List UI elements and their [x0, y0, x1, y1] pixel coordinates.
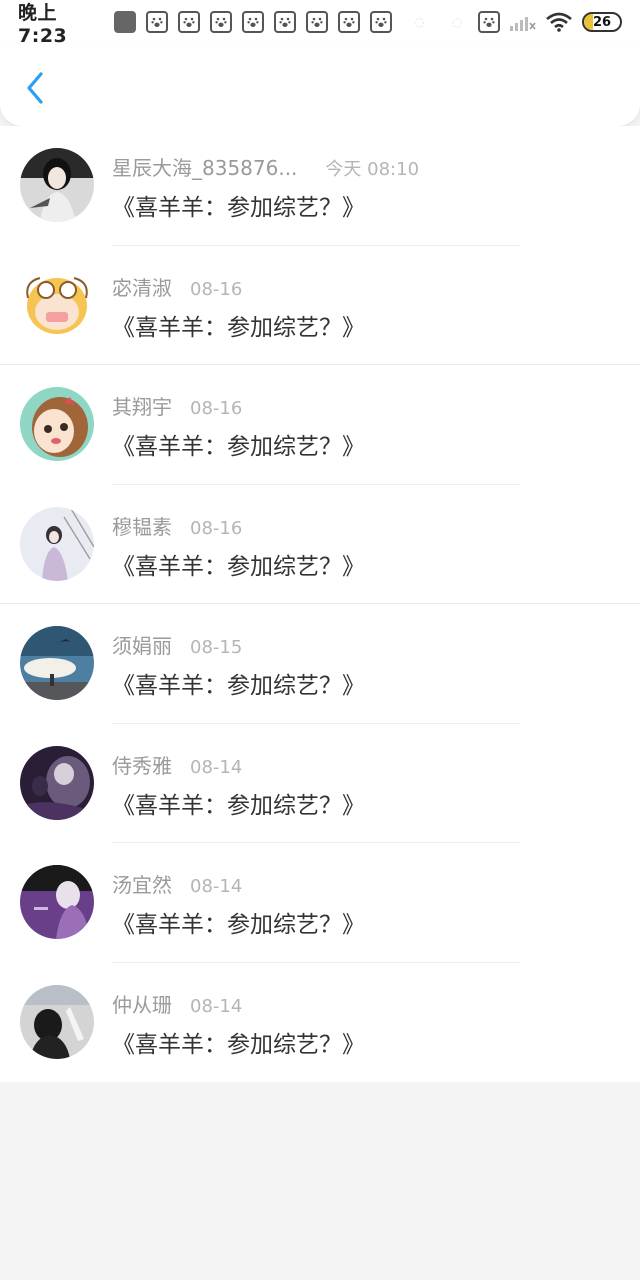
list-item[interactable]: 星辰大海_835876... 今天 08:10 《喜羊羊：参加综艺？》	[0, 126, 640, 246]
avatar[interactable]	[20, 387, 94, 461]
message-meta: 汤宜然 08-14	[112, 869, 242, 898]
avatar[interactable]	[20, 148, 94, 222]
message-date: 08-14	[190, 995, 243, 1017]
status-bar: 晚上7:23 ◌ ◌ 26	[0, 0, 640, 47]
message-date: 08-14	[190, 756, 243, 778]
message-date: 08-16	[190, 517, 243, 539]
list-item[interactable]: 其翔宇 08-16 《喜羊羊：参加综艺？》	[0, 365, 640, 485]
sender-name: 仲从珊	[112, 992, 172, 1017]
screen: 晚上7:23 ◌ ◌ 26 星辰大海_835876... 今天 08:10 《喜…	[0, 0, 640, 1280]
message-date: 08-16	[190, 278, 243, 300]
message-date: 08-15	[190, 637, 243, 658]
back-button[interactable]	[18, 68, 52, 108]
message-meta: 侍秀雅 08-14	[112, 750, 242, 779]
message-text: 《喜羊羊：参加综艺？》	[112, 673, 365, 699]
message-meta: 须娟丽 08-15	[112, 630, 242, 659]
baidu-paw-icon	[478, 11, 500, 33]
message-list: 星辰大海_835876... 今天 08:10 《喜羊羊：参加综艺？》 宓清淑 …	[0, 126, 640, 1082]
message-date: 08-14	[190, 876, 243, 897]
message-date: 08-16	[190, 398, 243, 419]
avatar[interactable]	[20, 626, 94, 700]
list-item[interactable]: 宓清淑 08-16 《喜羊羊：参加综艺？》	[0, 246, 640, 365]
faint-notification-icon: ◌	[452, 15, 463, 29]
list-item[interactable]: 穆韫素 08-16 《喜羊羊：参加综艺？》	[0, 485, 640, 604]
sender-name: 其翔宇	[112, 395, 172, 419]
message-date: 今天 08:10	[325, 159, 420, 180]
list-item[interactable]: 仲从珊 08-14 《喜羊羊：参加综艺？》	[0, 963, 640, 1083]
nav-bar	[0, 44, 640, 126]
message-meta: 仲从珊 08-14	[112, 989, 242, 1018]
avatar[interactable]	[20, 865, 94, 939]
wifi-icon	[546, 12, 572, 32]
avatar[interactable]	[20, 267, 94, 342]
message-text: 《喜羊羊：参加综艺？》	[112, 434, 365, 460]
list-item[interactable]: 汤宜然 08-14 《喜羊羊：参加综艺？》	[0, 843, 640, 963]
message-text: 《喜羊羊：参加综艺？》	[112, 912, 365, 938]
baidu-paw-icon	[306, 11, 328, 33]
avatar[interactable]	[20, 984, 94, 1059]
message-meta: 宓清淑 08-16	[112, 272, 242, 301]
status-right: 26	[510, 12, 622, 32]
sender-name: 穆韫素	[112, 514, 172, 539]
notification-icons: ◌ ◌	[114, 11, 510, 33]
message-text: 《喜羊羊：参加综艺？》	[112, 553, 365, 580]
chevron-left-icon	[27, 72, 43, 104]
baidu-paw-icon	[210, 11, 232, 33]
status-time: 晚上7:23	[18, 1, 68, 47]
message-meta: 其翔宇 08-16	[112, 391, 242, 420]
sender-name: 宓清淑	[112, 275, 172, 300]
sender-name: 星辰大海_835876...	[112, 156, 298, 180]
battery-icon: 26	[582, 12, 622, 32]
message-text: 《喜羊羊：参加综艺？》	[112, 792, 365, 819]
signal-icon	[510, 17, 536, 31]
app-notification-icon	[114, 11, 136, 33]
avatar[interactable]	[20, 506, 94, 581]
message-meta: 星辰大海_835876... 今天 08:10	[112, 152, 419, 181]
baidu-paw-icon	[370, 11, 392, 33]
list-item[interactable]: 侍秀雅 08-14 《喜羊羊：参加综艺？》	[0, 724, 640, 843]
baidu-paw-icon	[274, 11, 296, 33]
baidu-paw-icon	[242, 11, 264, 33]
baidu-paw-icon	[338, 11, 360, 33]
sender-name: 汤宜然	[112, 873, 172, 897]
message-text: 《喜羊羊：参加综艺？》	[112, 314, 365, 341]
message-meta: 穆韫素 08-16	[112, 511, 242, 540]
avatar[interactable]	[20, 745, 94, 820]
battery-level: 26	[592, 14, 612, 30]
faint-notification-icon: ◌	[414, 15, 425, 29]
message-text: 《喜羊羊：参加综艺？》	[112, 195, 365, 221]
message-text: 《喜羊羊：参加综艺？》	[112, 1031, 365, 1058]
sender-name: 侍秀雅	[112, 753, 172, 778]
list-item[interactable]: 须娟丽 08-15 《喜羊羊：参加综艺？》	[0, 604, 640, 724]
baidu-paw-icon	[178, 11, 200, 33]
sender-name: 须娟丽	[112, 634, 172, 658]
baidu-paw-icon	[146, 11, 168, 33]
battery-fill	[584, 14, 594, 30]
